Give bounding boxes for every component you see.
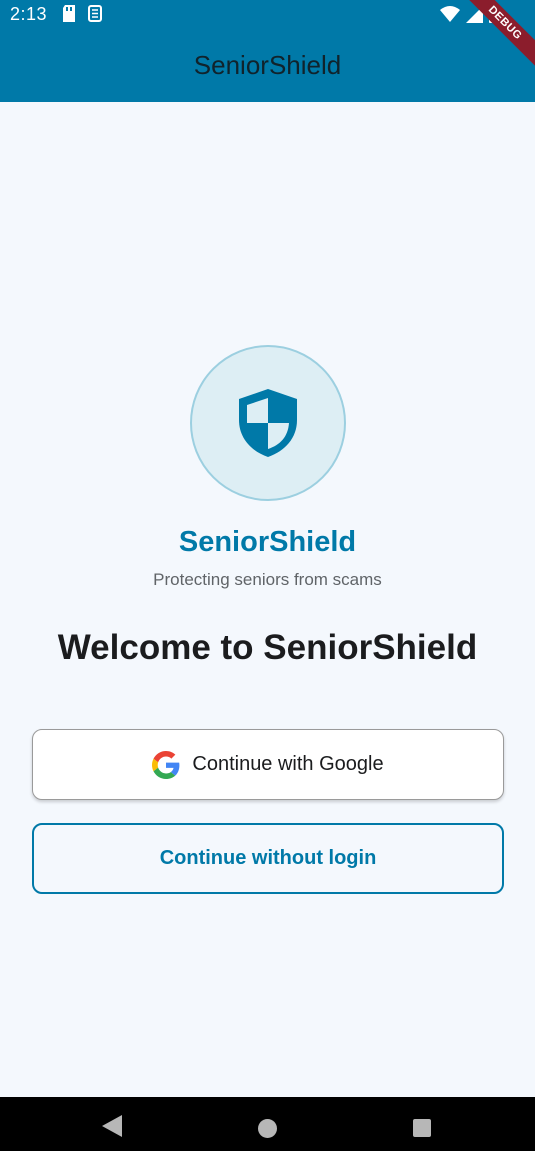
continue-without-login-button[interactable]: Continue without login [32, 823, 504, 894]
status-bar: 2:13 [0, 0, 535, 28]
system-nav-bar [0, 1097, 535, 1151]
status-time: 2:13 [10, 4, 48, 24]
google-button-label: Continue with Google [192, 753, 384, 775]
sd-card-icon [63, 5, 75, 22]
guest-button-label: Continue without login [159, 847, 377, 869]
wifi-icon [440, 6, 460, 22]
shield-icon [239, 389, 297, 457]
home-icon[interactable] [258, 1119, 277, 1138]
status-left-icons [62, 5, 102, 22]
continue-with-google-button[interactable]: Continue with Google [32, 729, 504, 800]
welcome-heading: Welcome to SeniorShield [57, 628, 478, 667]
logo-circle [190, 345, 346, 501]
tagline: Protecting seniors from scams [153, 570, 382, 589]
app-bar: SeniorShield [0, 28, 535, 102]
google-icon [152, 750, 180, 779]
sim-icon [88, 5, 102, 22]
recents-icon[interactable] [413, 1119, 431, 1137]
app-title: SeniorShield [193, 49, 342, 80]
brand-name: SeniorShield [178, 526, 357, 558]
back-icon[interactable] [102, 1115, 122, 1137]
